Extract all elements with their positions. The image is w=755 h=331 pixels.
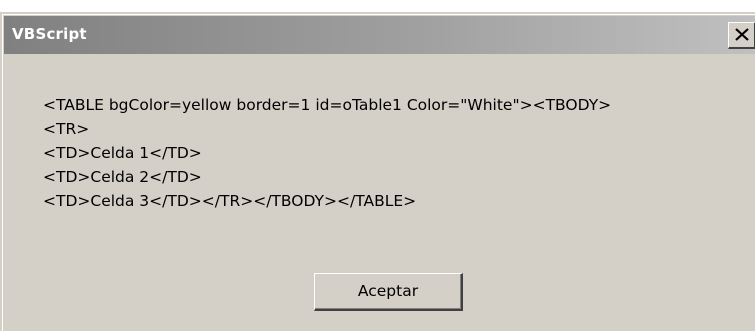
close-button[interactable]: [728, 22, 755, 49]
message-line: <TD>Celda 3</TD></TR></TBODY></TABLE>: [43, 192, 417, 210]
window-title: VBScript: [12, 25, 87, 43]
message-text: <TABLE bgColor=yellow border=1 id=oTable…: [43, 93, 751, 213]
message-line: <TD>Celda 2</TD>: [43, 168, 202, 186]
message-line: <TABLE bgColor=yellow border=1 id=oTable…: [43, 96, 612, 114]
message-box-window: VBScript <TABLE bgColor=yellow border=1 …: [0, 12, 755, 331]
title-bar[interactable]: VBScript: [4, 16, 755, 54]
ok-button[interactable]: Aceptar: [314, 273, 463, 311]
message-line: <TD>Celda 1</TD>: [43, 144, 202, 162]
message-line: <TR>: [43, 120, 90, 138]
